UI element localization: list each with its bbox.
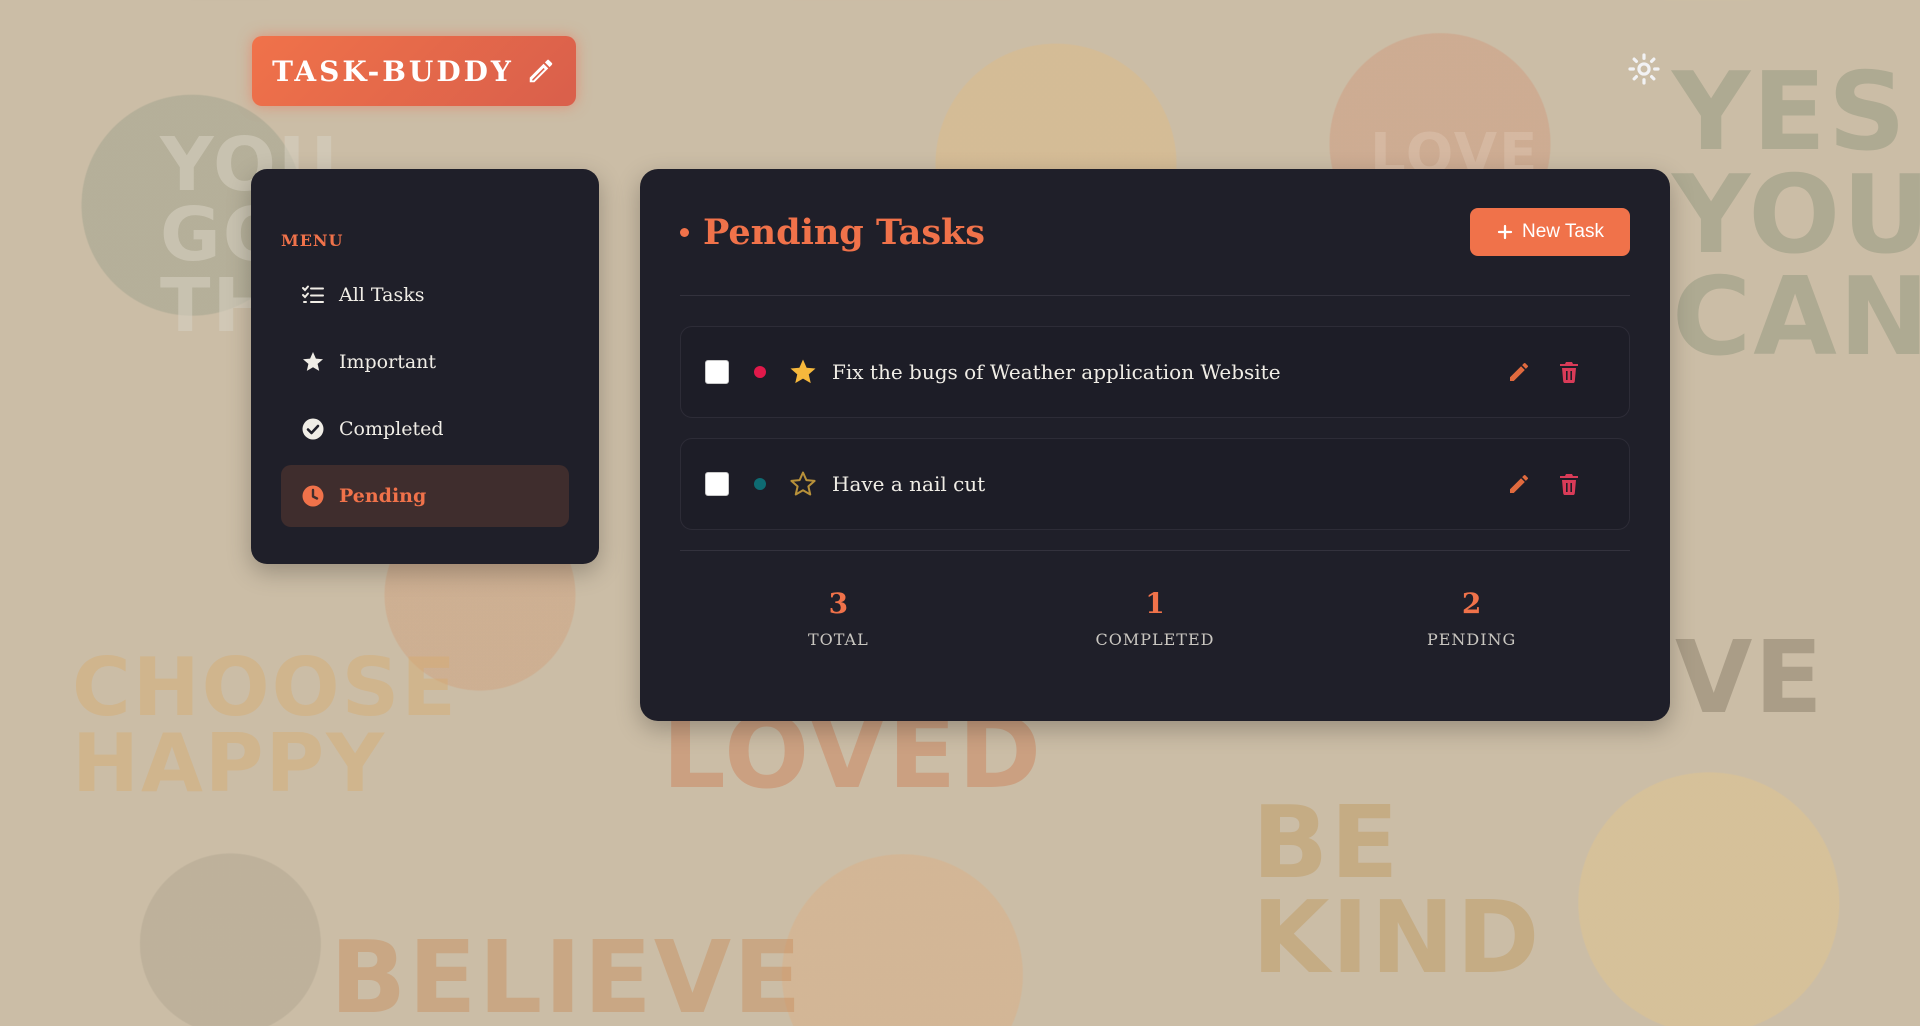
task-actions xyxy=(1507,360,1605,384)
task-text: Have a nail cut xyxy=(832,472,986,496)
sidebar-item-important[interactable]: Important xyxy=(281,331,569,393)
task-item: Have a nail cut xyxy=(680,438,1630,530)
task-text: Fix the bugs of Weather application Webs… xyxy=(832,360,1281,384)
page-title-text: Pending Tasks xyxy=(703,211,985,253)
background-text-ve: VE xyxy=(1675,619,1825,736)
stat-label: PENDING xyxy=(1426,630,1517,649)
trash-icon[interactable] xyxy=(1557,360,1581,384)
page-title: Pending Tasks xyxy=(680,212,985,253)
main-panel: Pending Tasks New Task Fix the bugs of W… xyxy=(640,169,1670,721)
new-task-label: New Task xyxy=(1521,221,1604,242)
edit-pencil-icon[interactable] xyxy=(1507,360,1531,384)
sidebar-item-label: Completed xyxy=(339,418,444,440)
list-check-icon xyxy=(302,285,324,303)
sidebar-item-all-tasks[interactable]: All Tasks xyxy=(281,264,569,326)
background-text-be-kind: BE KIND xyxy=(1252,784,1542,996)
stat-value: 1 xyxy=(1145,587,1165,620)
priority-dot xyxy=(754,366,766,378)
trash-icon[interactable] xyxy=(1557,472,1581,496)
sun-icon xyxy=(1628,53,1660,85)
sidebar-item-label: Important xyxy=(339,351,437,373)
star-icon xyxy=(303,352,323,371)
background-text-choose-happy: CHOOSE HAPPY xyxy=(72,641,458,810)
stat-value: 3 xyxy=(828,587,849,620)
stat-label: COMPLETED xyxy=(1095,630,1215,649)
plus-icon xyxy=(1497,224,1513,240)
stat-completed: 1 COMPLETED xyxy=(1055,587,1255,649)
star-filled-icon[interactable] xyxy=(788,357,818,387)
new-task-button[interactable]: New Task xyxy=(1470,208,1630,256)
task-actions xyxy=(1507,472,1605,496)
sidebar-item-completed[interactable]: Completed xyxy=(281,398,569,460)
priority-dot xyxy=(754,478,766,490)
pencil-icon xyxy=(529,59,553,83)
sidebar-item-pending[interactable]: Pending xyxy=(281,465,569,527)
app-logo[interactable]: TASK-BUDDY xyxy=(252,36,576,106)
stat-value: 2 xyxy=(1461,587,1482,620)
background-text-yes-you-can: YES YOU CAN xyxy=(1672,50,1920,381)
menu-title: MENU xyxy=(281,231,344,250)
theme-toggle-button[interactable] xyxy=(1627,52,1661,86)
task-item: Fix the bugs of Weather application Webs… xyxy=(680,326,1630,418)
clock-icon xyxy=(302,485,324,507)
main-header: Pending Tasks New Task xyxy=(680,169,1630,296)
sidebar-item-label: All Tasks xyxy=(339,284,425,306)
check-circle-icon xyxy=(302,418,324,440)
star-outline-icon[interactable] xyxy=(788,469,818,499)
stat-pending: 2 PENDING xyxy=(1372,587,1572,649)
task-stats: 3 TOTAL 1 COMPLETED 2 PENDING xyxy=(680,550,1630,649)
sidebar-item-label: Pending xyxy=(339,485,427,507)
title-bullet xyxy=(680,227,689,237)
edit-pencil-icon[interactable] xyxy=(1507,472,1531,496)
task-checkbox[interactable] xyxy=(705,472,729,496)
stat-total: 3 TOTAL xyxy=(738,587,938,649)
app-name: TASK-BUDDY xyxy=(272,54,514,88)
stat-label: TOTAL xyxy=(807,630,869,649)
task-checkbox[interactable] xyxy=(705,360,729,384)
sidebar: MENU All Tasks Important Completed Pendi… xyxy=(251,169,599,564)
background-text-believe: BELIEVE xyxy=(330,919,804,1026)
task-list: Fix the bugs of Weather application Webs… xyxy=(680,296,1630,530)
